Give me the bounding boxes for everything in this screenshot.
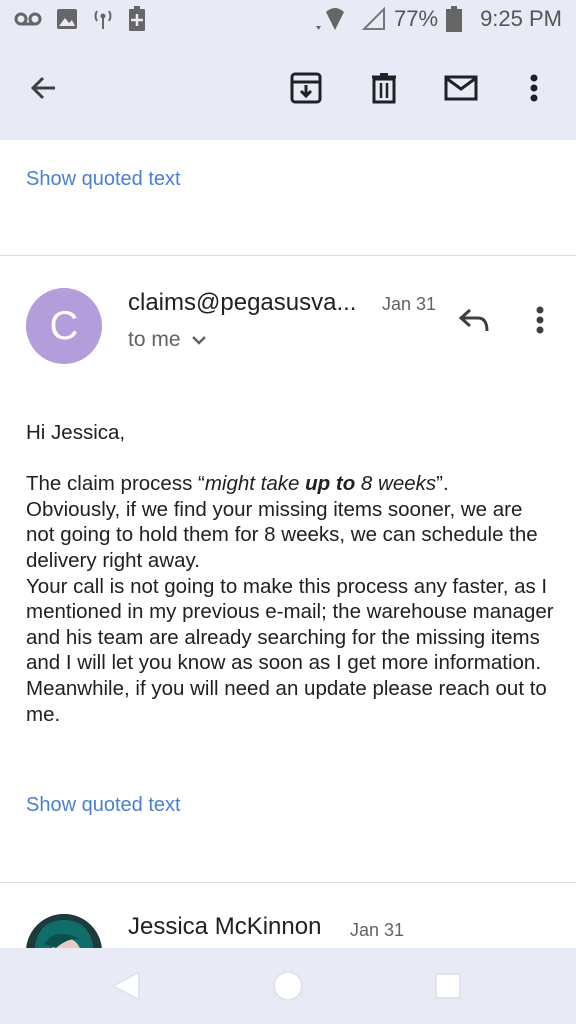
body-paragraph-1: The claim process “might take up to 8 we…	[26, 472, 449, 496]
battery-plus-icon	[129, 6, 145, 31]
next-message-date: Jan 31	[350, 920, 405, 940]
clock: 9:25 PM	[480, 6, 562, 31]
reply-icon	[458, 308, 489, 332]
chevron-down-icon	[191, 336, 206, 345]
app-bar	[0, 40, 576, 140]
next-sender-name: Jessica McKinnon	[128, 913, 322, 940]
delete-icon	[372, 73, 396, 104]
more-vert-icon	[536, 306, 544, 334]
message-more-button[interactable]	[526, 302, 554, 338]
message-body: Hi Jessica, The claim process “might tak…	[26, 420, 556, 727]
show-quoted-text-link[interactable]: Show quoted text	[26, 794, 181, 817]
back-arrow-icon	[30, 76, 55, 100]
nav-recents-icon	[435, 973, 461, 999]
message-date: Jan 31	[382, 294, 437, 314]
battery-percent: 77%	[394, 6, 439, 31]
body-paragraph-3: Your call is not going to make this proc…	[26, 574, 554, 675]
wifi-icon	[316, 8, 345, 30]
signal-tower-icon	[94, 10, 112, 29]
mark-unread-button[interactable]	[438, 66, 484, 110]
body-paragraph-4: Meanwhile, if you will need an update pl…	[26, 676, 547, 726]
avatar[interactable]: C	[26, 288, 102, 364]
voicemail-icon	[14, 12, 42, 26]
body-paragraph-2: Obviously, if we find your missing items…	[26, 497, 538, 572]
delete-button[interactable]	[362, 66, 406, 110]
nav-back-button[interactable]	[106, 966, 146, 1006]
sender-name: claims@pegasusva...	[128, 289, 357, 316]
archive-icon	[290, 72, 322, 104]
greeting: Hi Jessica,	[26, 421, 126, 444]
nav-home-button[interactable]	[268, 966, 308, 1006]
avatar-letter: C	[49, 303, 79, 348]
archive-button[interactable]	[284, 66, 328, 110]
navigation-bar	[0, 948, 576, 1024]
battery-icon	[446, 6, 463, 32]
recipient-details-toggle[interactable]: to me	[128, 328, 207, 352]
show-quoted-text-link-top[interactable]: Show quoted text	[26, 168, 181, 191]
divider	[0, 255, 576, 256]
back-button[interactable]	[22, 66, 66, 110]
divider	[0, 882, 576, 883]
nav-recents-button[interactable]	[428, 966, 468, 1006]
more-options-button[interactable]	[516, 66, 552, 110]
cell-signal-icon	[362, 7, 386, 30]
recipient-label: to me	[128, 328, 181, 351]
reply-button[interactable]	[454, 302, 494, 338]
mark-unread-icon	[444, 75, 478, 101]
nav-home-icon	[273, 971, 303, 1001]
more-vert-icon	[530, 74, 538, 102]
nav-back-icon	[111, 970, 140, 1002]
image-icon	[57, 9, 77, 29]
status-bar: 77% 9:25 PM	[0, 0, 576, 40]
